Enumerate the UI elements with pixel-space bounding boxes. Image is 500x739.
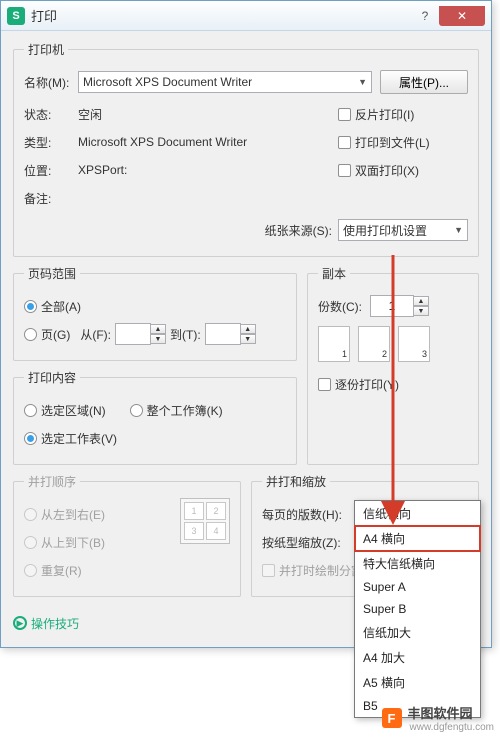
- tb-radio: 从上到下(B): [24, 534, 105, 551]
- spin-down-icon[interactable]: ▼: [413, 306, 429, 316]
- paper-source-label: 纸张来源(S):: [265, 222, 332, 239]
- print-order-group: 并打顺序 从左到右(E) 从上到下(B) 重复(R) 1234: [13, 473, 241, 597]
- dropdown-option[interactable]: Super B: [355, 598, 480, 620]
- printer-name-value: Microsoft XPS Document Writer: [83, 75, 252, 89]
- dialog-title: 打印: [31, 6, 411, 25]
- dropdown-option[interactable]: A4 加大: [355, 645, 480, 670]
- copies-group: 副本 份数(C): ▲▼ 1 2 3 逐份打印(Y): [307, 265, 479, 465]
- dropdown-option[interactable]: 信纸加大: [355, 620, 480, 645]
- spin-up-icon[interactable]: ▲: [240, 324, 256, 334]
- printer-name-combo[interactable]: Microsoft XPS Document Writer ▼: [78, 71, 372, 93]
- copies-input[interactable]: [370, 295, 414, 317]
- where-label: 位置:: [24, 162, 78, 179]
- selection-radio[interactable]: 选定区域(N): [24, 402, 106, 419]
- play-icon: ▶: [13, 616, 27, 630]
- print-what-group: 打印内容 选定区域(N) 整个工作簿(K) 选定工作表(V): [13, 369, 297, 465]
- copies-legend: 副本: [318, 265, 350, 282]
- type-label: 类型:: [24, 134, 78, 151]
- print-what-legend: 打印内容: [24, 369, 80, 386]
- page-range-legend: 页码范围: [24, 265, 80, 282]
- scaling-legend: 并打和缩放: [262, 473, 330, 490]
- page-range-group: 页码范围 全部(A) 页(G) 从(F): ▲▼ 到(T): ▲▼: [13, 265, 297, 361]
- page-icon: 1: [318, 326, 350, 362]
- print-to-file-check[interactable]: 打印到文件(L): [338, 134, 430, 151]
- collate-check[interactable]: 逐份打印(Y): [318, 376, 399, 393]
- spin-down-icon[interactable]: ▼: [240, 334, 256, 344]
- paper-source-combo[interactable]: 使用打印机设置 ▼: [338, 219, 468, 241]
- collate-preview: 1 2 3: [318, 326, 468, 362]
- from-label: 从(F):: [80, 326, 111, 343]
- app-icon: S: [7, 7, 25, 25]
- properties-button[interactable]: 属性(P)...: [380, 70, 468, 94]
- repeat-radio: 重复(R): [24, 562, 82, 579]
- lr-radio: 从左到右(E): [24, 506, 105, 523]
- to-label: 到(T):: [170, 326, 201, 343]
- chevron-down-icon: ▼: [358, 77, 367, 87]
- chevron-down-icon: ▼: [454, 225, 463, 235]
- status-value: 空闲: [78, 106, 102, 123]
- page-icon: 3: [398, 326, 430, 362]
- range-pages-radio[interactable]: 页(G): [24, 326, 70, 343]
- dropdown-option[interactable]: A5 横向: [355, 670, 480, 695]
- where-value: XPSPort:: [78, 163, 127, 177]
- tips-link[interactable]: ▶ 操作技巧: [13, 615, 79, 632]
- workbook-radio[interactable]: 整个工作簿(K): [130, 402, 223, 419]
- printer-name-label: 名称(M):: [24, 74, 78, 91]
- status-label: 状态:: [24, 106, 78, 123]
- titlebar[interactable]: S 打印 ? ✕: [1, 1, 491, 31]
- fit-to-paper-dropdown[interactable]: 信纸横向 A4 横向 特大信纸横向 Super A Super B 信纸加大 A…: [354, 500, 481, 718]
- printer-legend: 打印机: [24, 41, 68, 58]
- dropdown-option[interactable]: Super A: [355, 576, 480, 598]
- help-button[interactable]: ?: [411, 6, 439, 26]
- range-all-radio[interactable]: 全部(A): [24, 298, 81, 315]
- page-icon: 2: [358, 326, 390, 362]
- watermark-logo-icon: F: [382, 708, 402, 728]
- dropdown-option[interactable]: 信纸横向: [355, 501, 480, 526]
- watermark-name: 丰图软件园: [408, 703, 495, 722]
- type-value: Microsoft XPS Document Writer: [78, 135, 247, 149]
- spin-up-icon[interactable]: ▲: [413, 296, 429, 306]
- spin-up-icon[interactable]: ▲: [150, 324, 166, 334]
- copies-label: 份数(C):: [318, 298, 362, 315]
- spin-down-icon[interactable]: ▼: [150, 334, 166, 344]
- active-sheets-radio[interactable]: 选定工作表(V): [24, 430, 117, 447]
- dropdown-option[interactable]: A4 横向: [355, 526, 480, 551]
- reverse-print-check[interactable]: 反片打印(I): [338, 106, 414, 123]
- printer-group: 打印机 名称(M): Microsoft XPS Document Writer…: [13, 41, 479, 257]
- draw-lines-check: 并打时绘制分割: [262, 562, 363, 579]
- duplex-check[interactable]: 双面打印(X): [338, 162, 419, 179]
- print-order-legend: 并打顺序: [24, 473, 80, 490]
- print-order-preview: 1234: [180, 498, 230, 544]
- watermark-url: www.dgfengtu.com: [410, 722, 495, 733]
- dropdown-option[interactable]: 特大信纸横向: [355, 551, 480, 576]
- close-button[interactable]: ✕: [439, 6, 485, 26]
- comment-label: 备注:: [24, 190, 78, 207]
- to-input[interactable]: [205, 323, 241, 345]
- from-input[interactable]: [115, 323, 151, 345]
- watermark: F 丰图软件园 www.dgfengtu.com: [382, 703, 495, 733]
